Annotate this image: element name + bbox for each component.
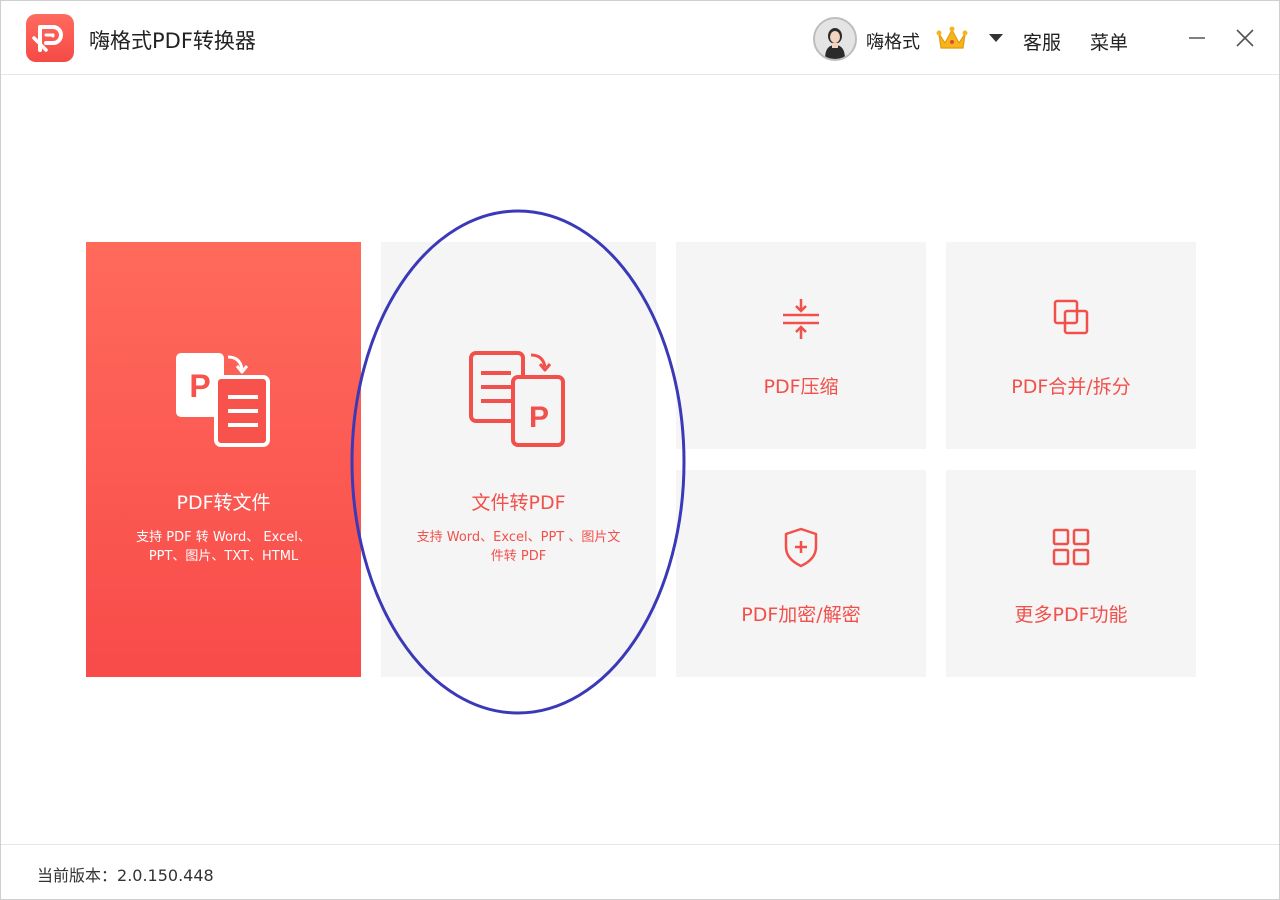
pdf-to-doc-icon: P bbox=[168, 347, 278, 452]
version-number: 2.0.150.448 bbox=[117, 866, 214, 885]
user-name[interactable]: 嗨格式 bbox=[866, 28, 920, 54]
pdf-to-file-desc: 支持 PDF 转 Word、 Excel、 PPT、图片、TXT、HTML bbox=[136, 530, 311, 564]
app-window: 嗨格式PDF转换器 嗨格式 客服 菜单 P PDF转文件 支持 PDF 转 Wo… bbox=[0, 0, 1280, 900]
doc-to-pdf-icon: P bbox=[463, 347, 573, 452]
version-label: 当前版本： bbox=[37, 866, 118, 885]
svg-text:P: P bbox=[189, 368, 210, 404]
pdf-to-file-card[interactable]: P PDF转文件 支持 PDF 转 Word、 Excel、 PPT、图片、TX… bbox=[86, 242, 361, 677]
file-to-pdf-card[interactable]: P 文件转PDF 支持 Word、Excel、PPT 、图片文件转 PDF bbox=[381, 242, 656, 677]
shield-icon bbox=[779, 525, 823, 569]
close-button[interactable] bbox=[1230, 23, 1260, 53]
compress-icon bbox=[779, 297, 823, 341]
minimize-icon bbox=[1189, 37, 1205, 39]
pdf-merge-split-card[interactable]: PDF合并/拆分 bbox=[946, 242, 1196, 449]
crown-icon bbox=[935, 25, 969, 53]
more-pdf-features-title: 更多PDF功能 bbox=[1014, 604, 1128, 626]
pdf-encrypt-card[interactable]: PDF加密/解密 bbox=[676, 470, 926, 677]
more-pdf-features-card[interactable]: 更多PDF功能 bbox=[946, 470, 1196, 677]
pdf-compress-title: PDF压缩 bbox=[763, 376, 839, 398]
version-text: 当前版本：2.0.150.448 bbox=[37, 862, 214, 886]
minimize-button[interactable] bbox=[1182, 23, 1212, 53]
avatar[interactable] bbox=[813, 17, 857, 61]
dropdown-caret-icon[interactable] bbox=[989, 34, 1003, 42]
pdf-p-logo-icon bbox=[26, 14, 74, 62]
pdf-encrypt-title: PDF加密/解密 bbox=[741, 604, 861, 626]
grid-icon bbox=[1049, 525, 1093, 569]
file-to-pdf-desc: 支持 Word、Excel、PPT 、图片文件转 PDF bbox=[416, 530, 621, 564]
file-to-pdf-title: 文件转PDF bbox=[471, 492, 566, 514]
close-icon bbox=[1236, 29, 1254, 47]
pdf-to-file-title: PDF转文件 bbox=[176, 492, 271, 514]
pdf-compress-card[interactable]: PDF压缩 bbox=[676, 242, 926, 449]
merge-icon bbox=[1049, 297, 1093, 341]
app-title: 嗨格式PDF转换器 bbox=[89, 29, 256, 53]
menu-link[interactable]: 菜单 bbox=[1090, 28, 1128, 55]
customer-service-link[interactable]: 客服 bbox=[1023, 28, 1061, 55]
svg-text:P: P bbox=[529, 401, 549, 434]
status-footer: 当前版本：2.0.150.448 bbox=[1, 844, 1279, 899]
title-bar: 嗨格式PDF转换器 嗨格式 客服 菜单 bbox=[1, 1, 1279, 75]
pdf-merge-split-title: PDF合并/拆分 bbox=[1011, 376, 1131, 398]
